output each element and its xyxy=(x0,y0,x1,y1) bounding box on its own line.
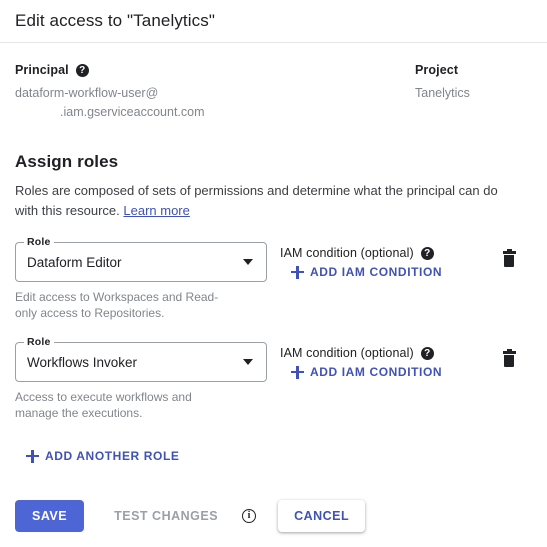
iam-condition-label-group: IAM condition (optional) ? xyxy=(280,346,486,360)
project-label-group: Project xyxy=(415,63,532,77)
plus-icon xyxy=(26,449,39,463)
role-select-legend: Role xyxy=(24,236,54,248)
role-select-value: Workflows Invoker xyxy=(27,354,138,370)
role-row: Role Dataform Editor Edit access to Work… xyxy=(15,236,532,321)
delete-role-column xyxy=(486,242,532,267)
add-iam-condition-label: ADD IAM CONDITION xyxy=(310,265,443,279)
add-iam-condition-button-1[interactable]: ADD IAM CONDITION xyxy=(291,365,442,379)
add-another-role-label: ADD ANOTHER ROLE xyxy=(45,449,180,463)
role-select-column: Role Dataform Editor Edit access to Work… xyxy=(15,236,267,321)
iam-condition-label-group: IAM condition (optional) ? xyxy=(280,246,486,260)
project-value: Tanelytics xyxy=(415,86,470,100)
principal-project-row: Principal ? dataform-workflow-user@ .iam… xyxy=(15,43,532,122)
principal-value: dataform-workflow-user@ .iam.gserviceacc… xyxy=(15,84,415,122)
role-row: Role Workflows Invoker Access to execute… xyxy=(15,336,532,421)
test-changes-button: TEST CHANGES xyxy=(98,500,234,532)
help-icon[interactable]: ? xyxy=(420,346,434,360)
save-button[interactable]: SAVE xyxy=(15,500,85,532)
role-select-0[interactable]: Role Dataform Editor xyxy=(15,236,267,282)
project-column: Project Tanelytics xyxy=(415,63,532,122)
delete-role-column xyxy=(486,342,532,367)
principal-label: Principal xyxy=(15,63,69,77)
plus-icon xyxy=(291,365,304,379)
page-title: Edit access to "Tanelytics" xyxy=(15,11,215,30)
iam-condition-column: IAM condition (optional) ? ADD IAM CONDI… xyxy=(267,242,486,284)
role-select-column: Role Workflows Invoker Access to execute… xyxy=(15,336,267,421)
dialog-body: Principal ? dataform-workflow-user@ .iam… xyxy=(0,43,547,468)
chevron-down-icon[interactable] xyxy=(243,359,253,365)
role-hint-0: Edit access to Workspaces and Read-only … xyxy=(15,290,219,320)
project-label: Project xyxy=(415,63,459,77)
cancel-button[interactable]: CANCEL xyxy=(278,500,366,532)
dialog-footer: SAVE TEST CHANGES i CANCEL xyxy=(0,500,547,547)
role-hint-1: Access to execute workflows and manage t… xyxy=(15,390,192,420)
add-iam-condition-label: ADD IAM CONDITION xyxy=(310,365,443,379)
help-icon[interactable]: ? xyxy=(420,246,434,260)
iam-condition-label: IAM condition (optional) xyxy=(280,346,414,360)
learn-more-link[interactable]: Learn more xyxy=(123,203,189,218)
info-icon[interactable]: i xyxy=(242,509,257,523)
trash-icon[interactable] xyxy=(502,249,516,267)
trash-icon[interactable] xyxy=(502,349,516,367)
assign-roles-description-text: Roles are composed of sets of permission… xyxy=(15,183,498,218)
dialog-header: Edit access to "Tanelytics" xyxy=(0,0,547,43)
role-select-value: Dataform Editor xyxy=(27,254,122,270)
principal-label-group: Principal ? xyxy=(15,63,415,77)
principal-value-line2: .iam.gserviceaccount.com xyxy=(60,105,205,119)
role-select-legend: Role xyxy=(24,336,54,348)
plus-icon xyxy=(291,265,304,279)
chevron-down-icon[interactable] xyxy=(243,259,253,265)
help-icon[interactable]: ? xyxy=(75,63,89,77)
assign-roles-description: Roles are composed of sets of permission… xyxy=(15,181,515,221)
principal-column: Principal ? dataform-workflow-user@ .iam… xyxy=(15,63,415,122)
add-iam-condition-button-0[interactable]: ADD IAM CONDITION xyxy=(291,265,442,279)
role-select-1[interactable]: Role Workflows Invoker xyxy=(15,336,267,382)
iam-condition-column: IAM condition (optional) ? ADD IAM CONDI… xyxy=(267,342,486,384)
assign-roles-title: Assign roles xyxy=(15,152,119,171)
principal-value-line1: dataform-workflow-user@ xyxy=(15,86,159,100)
add-another-role-button[interactable]: ADD ANOTHER ROLE xyxy=(26,449,180,463)
iam-condition-label: IAM condition (optional) xyxy=(280,246,414,260)
